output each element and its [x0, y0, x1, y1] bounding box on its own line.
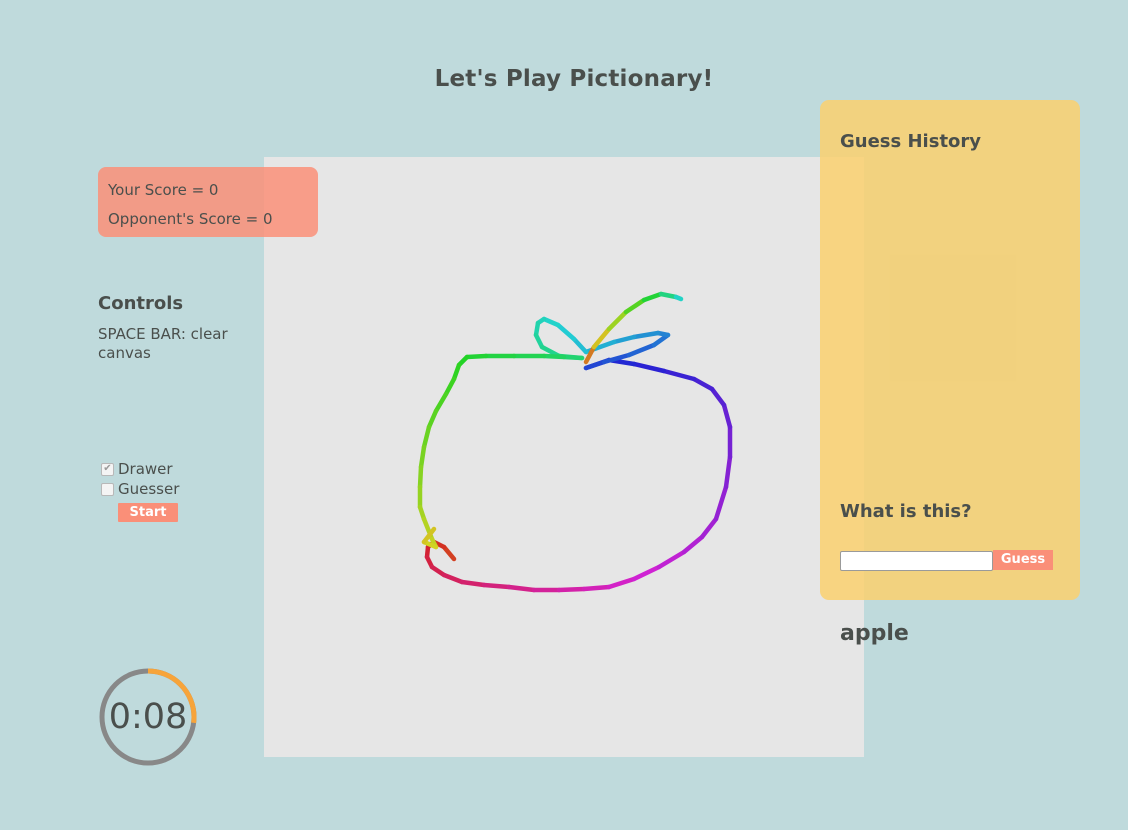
pictionary-page: Let's Play Pictionary! Your Score = 0 Op… [0, 0, 1128, 830]
apple-outline-segment [631, 564, 662, 582]
guesser-checkbox[interactable] [101, 482, 114, 496]
controls-title: Controls [98, 293, 184, 314]
apple-outline-segment [417, 464, 424, 490]
page-title: Let's Play Pictionary! [434, 66, 714, 92]
apple-outline-segment [421, 424, 432, 450]
apple-outline-segment [561, 354, 585, 361]
apple-stem-segment [641, 291, 664, 303]
apple-outline-segment [681, 534, 705, 555]
apple-outline-segment [433, 391, 449, 414]
apple-outline-segment [443, 376, 457, 397]
start-button[interactable]: Start [118, 503, 178, 522]
guess-prompt: What is this? [840, 501, 972, 522]
apple-outline-segment [691, 376, 715, 392]
score-box: Your Score = 0 Opponent's Score = 0 [98, 167, 318, 237]
opponent-score: Opponent's Score = 0 [108, 210, 273, 228]
apple-stem-segment [623, 297, 647, 315]
controls-instructions: SPACE BAR: clear canvas [98, 325, 228, 362]
drawing-canvas[interactable] [264, 157, 864, 757]
current-word: apple [840, 621, 909, 646]
guesser-label: Guesser [118, 480, 180, 498]
apple-outline-segment [721, 402, 733, 430]
apple-outline-segment [418, 444, 427, 470]
apple-outline-segment [441, 544, 457, 562]
drawer-label: Drawer [118, 460, 173, 478]
apple-outline-segment [631, 361, 667, 374]
your-score: Your Score = 0 [108, 181, 219, 199]
apple-outline-segment [464, 353, 489, 360]
apple-outline-segment [699, 516, 719, 540]
apple-outline-segment [611, 334, 637, 345]
apple-outline-segment [709, 386, 727, 408]
apple-outline-segment [723, 454, 733, 490]
apple-outline-segment [661, 368, 697, 382]
apple-outline-segment [713, 484, 729, 522]
apple-outline-segment [581, 584, 612, 592]
countdown-timer: 0:08 [98, 667, 198, 767]
apple-outline-segment [459, 579, 487, 588]
guess-button[interactable]: Guess [993, 550, 1053, 570]
apple-outline-segment [556, 586, 587, 593]
guess-history-title: Guess History [840, 131, 982, 152]
apple-outline-segment [441, 572, 465, 585]
guess-input[interactable] [840, 551, 993, 571]
apple-outline-segment [626, 342, 657, 358]
guesser-option[interactable]: Guesser [101, 480, 179, 498]
timer-text: 0:08 [108, 697, 188, 737]
drawing-sketch [417, 291, 733, 593]
guess-panel: Guess History What is this? Guess [820, 100, 1080, 600]
apple-outline-segment [631, 330, 661, 340]
drawer-checkbox[interactable]: ✔ [101, 462, 114, 476]
apple-outline-segment [426, 408, 439, 430]
apple-outline-segment [555, 322, 577, 342]
apple-outline-segment [541, 353, 567, 360]
apple-outline-segment [583, 359, 607, 371]
apple-outline-segment [606, 576, 637, 590]
apple-outline-segment [571, 336, 589, 355]
apple-stem-segment [606, 309, 629, 332]
apple-stem-segment [658, 291, 679, 300]
apple-outline-segment [481, 582, 512, 590]
apple-outline-segment [656, 549, 687, 570]
drawer-option[interactable]: ✔ Drawer [101, 460, 173, 478]
apple-outline-segment [541, 316, 561, 328]
apple-outline-segment [506, 584, 537, 593]
apple-stem-segment [673, 294, 684, 302]
